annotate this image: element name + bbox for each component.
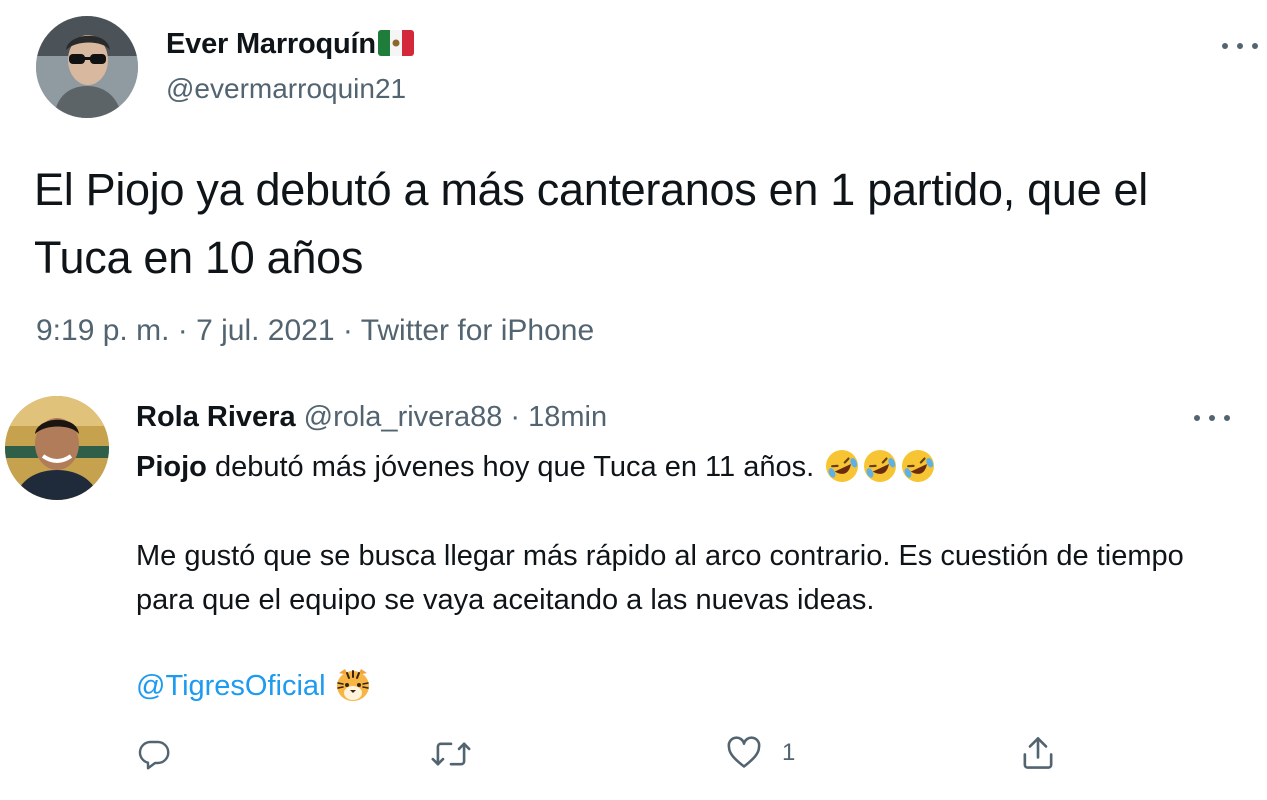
- reply-author-handle[interactable]: @rola_rivera88: [304, 401, 503, 433]
- reply-bold-word: Piojo: [136, 451, 207, 483]
- author-name[interactable]: Ever Marroquín: [166, 28, 414, 61]
- more-options-icon[interactable]: [1222, 36, 1258, 56]
- retweet-icon: [430, 738, 472, 770]
- author-handle[interactable]: @evermarroquin21: [166, 73, 406, 105]
- meta-separator: ·: [177, 314, 188, 347]
- reply-button[interactable]: [136, 736, 172, 772]
- author-avatar[interactable]: [36, 16, 138, 118]
- retweet-button[interactable]: [430, 738, 472, 770]
- mention-link[interactable]: @TigresOficial: [136, 665, 372, 703]
- tiger-face-emoji: [334, 665, 372, 703]
- reply-paragraph: Me gustó que se busca llegar más rápido …: [136, 540, 1184, 616]
- rolling-on-floor-laughing-emoji: [824, 448, 860, 484]
- tweet-text: El Piojo ya debutó a más canteranos en 1…: [34, 164, 1148, 283]
- like-count: 1: [782, 739, 796, 766]
- mexico-flag-icon: [377, 30, 414, 56]
- heart-icon: [726, 736, 762, 770]
- reply-header: Rola Rivera @rola_rivera88 · 18min: [136, 401, 607, 434]
- rolling-on-floor-laughing-emoji: [862, 448, 898, 484]
- reply-more-options-icon[interactable]: [1194, 408, 1230, 428]
- like-button[interactable]: 1: [726, 736, 795, 770]
- share-button[interactable]: [1020, 734, 1056, 772]
- reply-author-name[interactable]: Rola Rivera: [136, 401, 296, 433]
- tweet-time[interactable]: 9:19 p. m.: [36, 314, 169, 347]
- tweet-source[interactable]: Twitter for iPhone: [361, 314, 594, 347]
- rolling-on-floor-laughing-emoji: [900, 448, 936, 484]
- reply-timestamp[interactable]: 18min: [528, 401, 607, 433]
- reply-author-avatar[interactable]: [5, 396, 109, 500]
- reply-icon: [136, 736, 172, 772]
- tweet-metadata: 9:19 p. m. · 7 jul. 2021 · Twitter for i…: [36, 314, 594, 348]
- reply-first-line-text: debutó más jóvenes hoy que Tuca en 11 añ…: [206, 451, 815, 483]
- meta-separator: ·: [342, 314, 353, 347]
- mention-text[interactable]: @TigresOficial: [136, 670, 326, 702]
- reply-first-line: Piojo debutó más jóvenes hoy que Tuca en…: [136, 448, 936, 484]
- author-name-text: Ever Marroquín: [166, 28, 376, 60]
- share-icon: [1020, 734, 1056, 772]
- reply-separator: ·: [510, 401, 521, 433]
- tweet-date[interactable]: 7 jul. 2021: [196, 314, 334, 347]
